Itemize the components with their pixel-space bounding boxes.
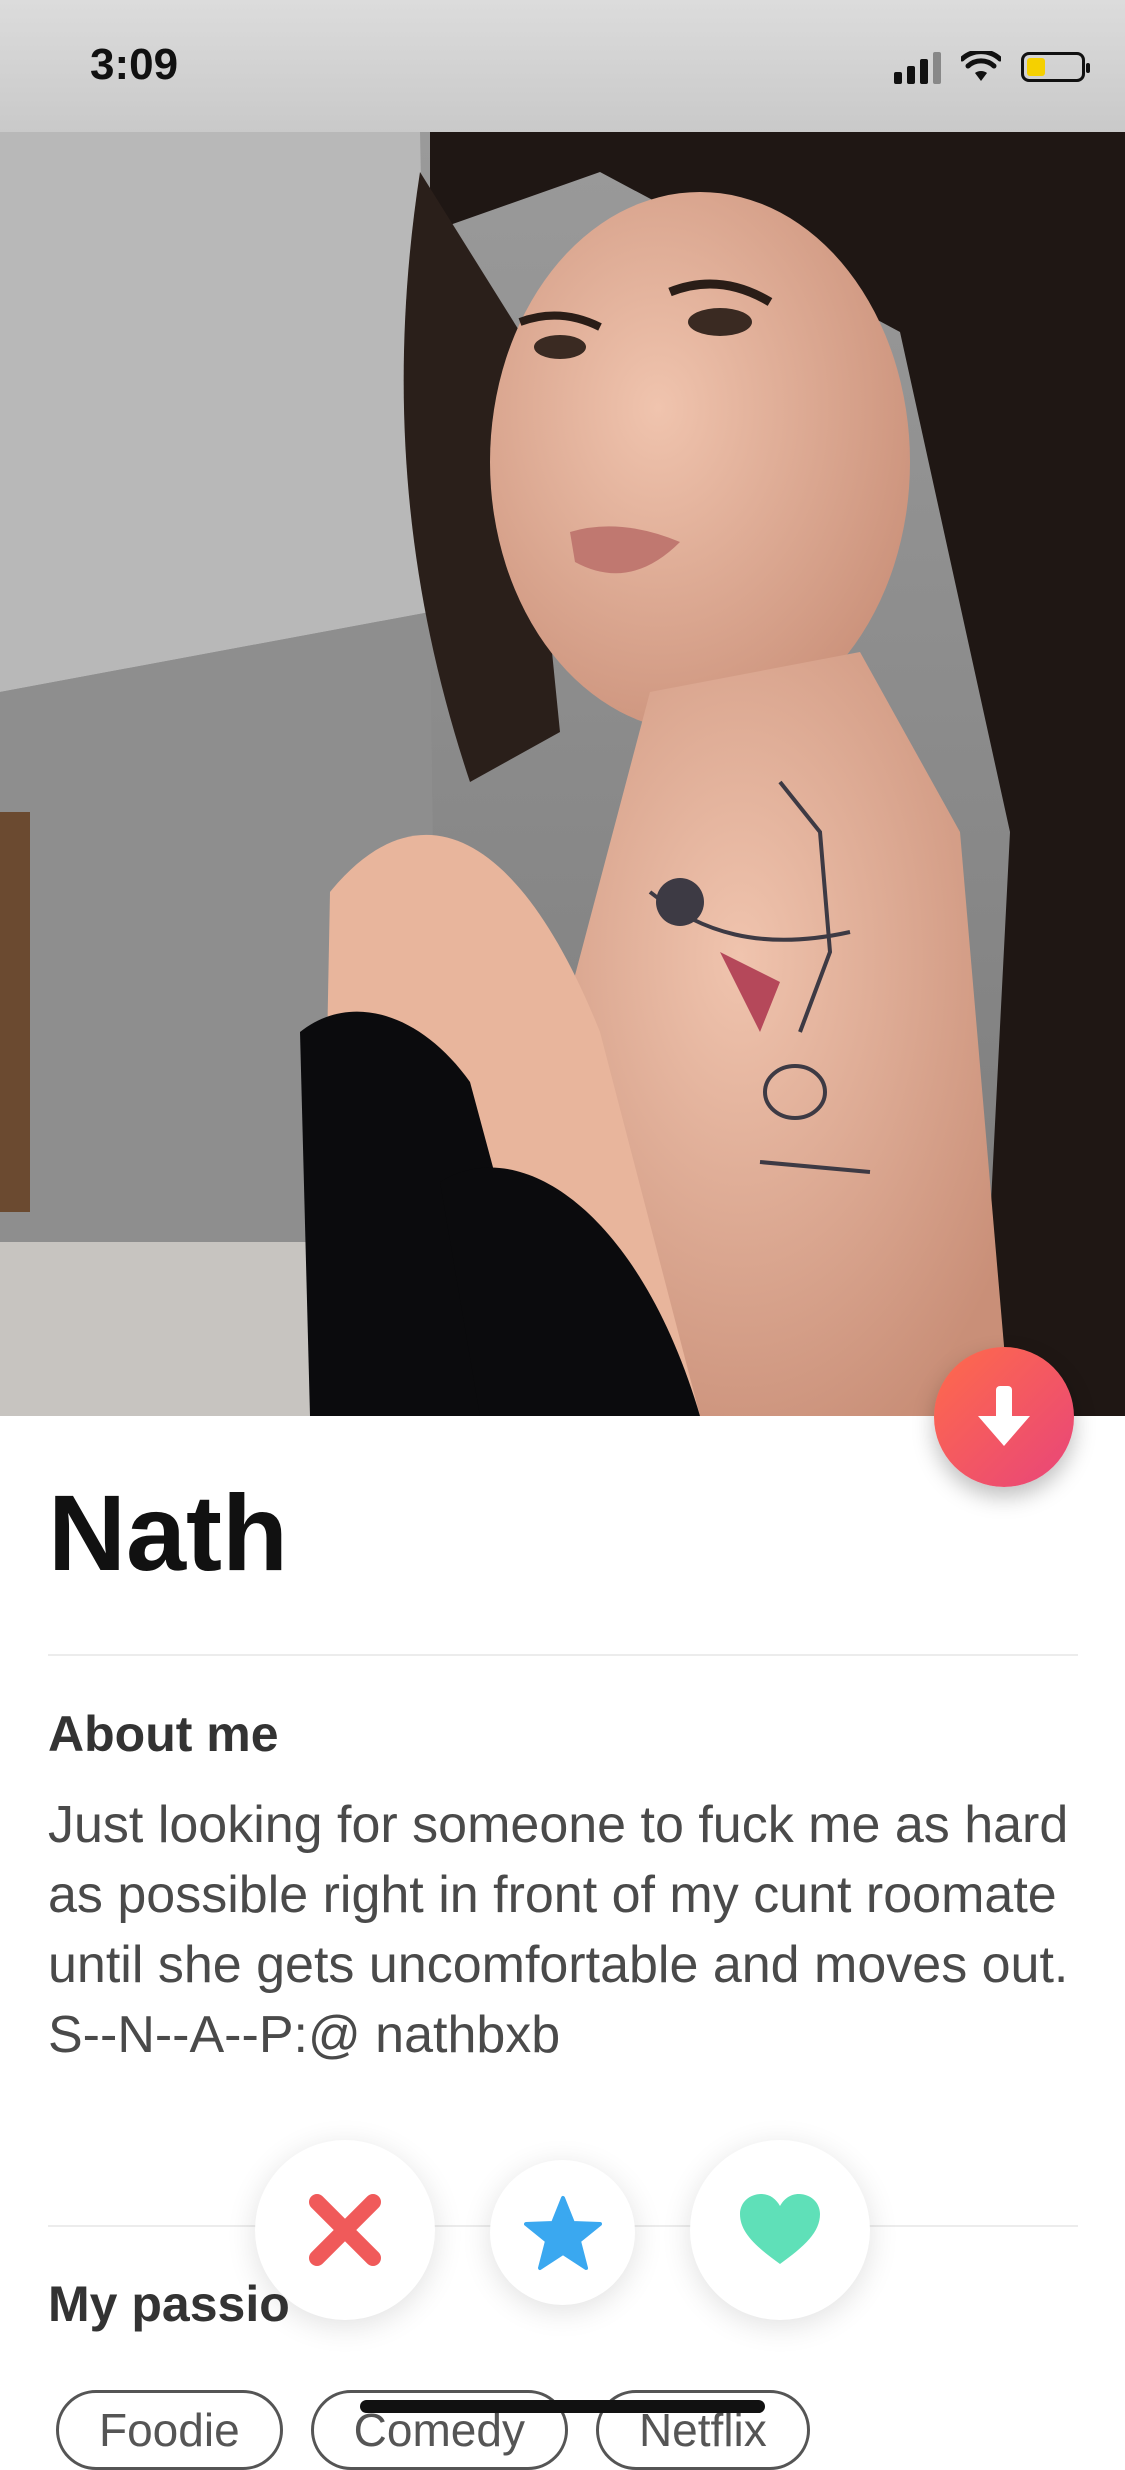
battery-icon <box>1021 52 1090 82</box>
nope-button[interactable] <box>255 2140 435 2320</box>
passions-title: My passio <box>48 2276 290 2332</box>
status-time: 3:09 <box>90 40 179 89</box>
like-button[interactable] <box>690 2140 870 2320</box>
x-icon <box>309 2194 381 2266</box>
heart-icon <box>740 2194 820 2264</box>
profile-photo[interactable] <box>0 132 1125 1416</box>
expand-profile-button[interactable] <box>934 1347 1074 1487</box>
home-indicator[interactable] <box>360 2400 765 2413</box>
status-bar: 3:09 <box>0 0 1125 132</box>
cellular-signal-icon <box>894 50 941 84</box>
status-icons <box>894 50 1090 84</box>
wifi-icon <box>961 51 1001 81</box>
superlike-button[interactable] <box>490 2160 635 2305</box>
profile-name: Nath <box>48 1472 288 1593</box>
star-icon <box>523 2195 602 2270</box>
arrow-down-icon <box>978 1386 1030 1446</box>
about-me-text: Just looking for someone to fuck me as h… <box>48 1796 1069 2064</box>
passion-chip: Foodie <box>56 2390 283 2470</box>
about-me-title: About me <box>48 1706 279 1762</box>
divider <box>48 1654 1078 1656</box>
